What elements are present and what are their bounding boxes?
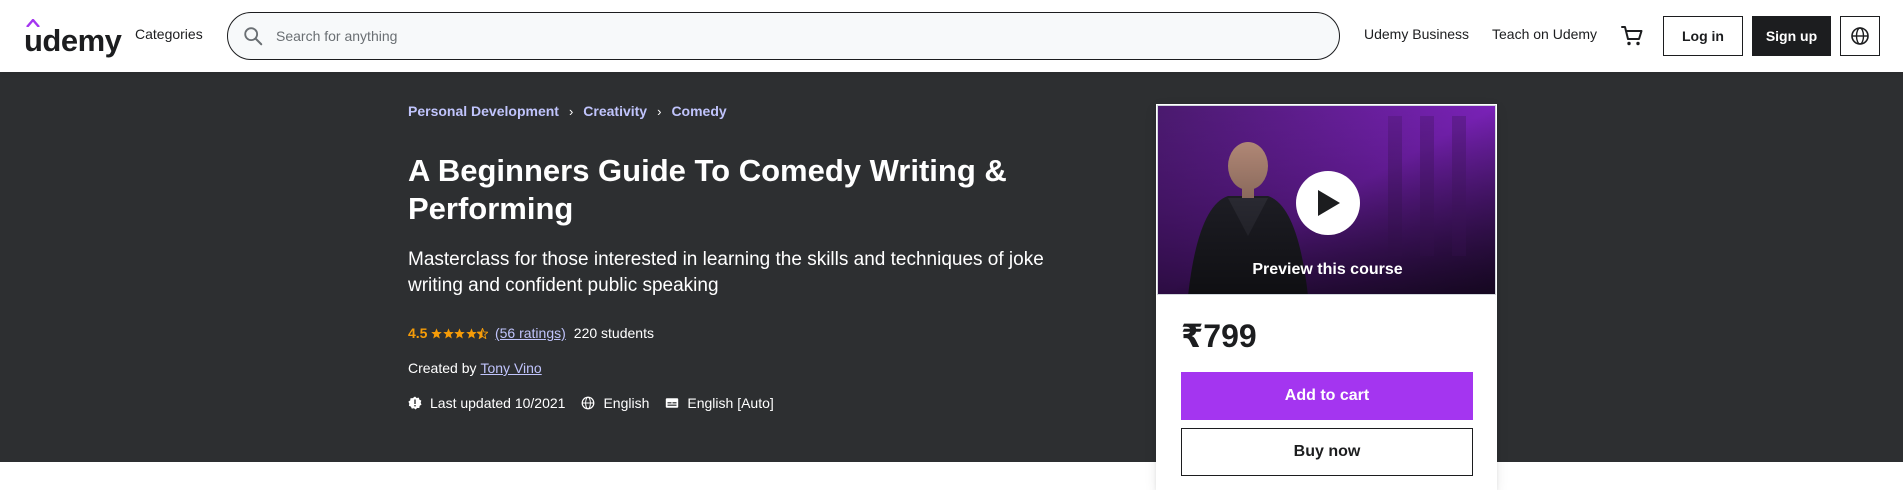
course-language: English [581,395,649,411]
language-text: English [603,395,650,411]
star-icon [466,327,477,339]
created-by-label: Created by [408,360,477,376]
breadcrumb: Personal Development › Creativity › Come… [408,103,727,119]
logo-text: udemy [24,23,122,58]
udemy-logo[interactable]: udemy [24,16,122,58]
teach-on-udemy-link[interactable]: Teach on Udemy [1492,26,1597,42]
breadcrumb-comedy[interactable]: Comedy [671,103,726,119]
alert-icon [408,396,422,410]
globe-icon [1851,27,1869,45]
signup-button[interactable]: Sign up [1752,16,1831,56]
last-updated-text: Last updated 10/2021 [430,395,566,411]
rating-value: 4.5 [408,325,428,341]
author-link[interactable]: Tony Vino [480,360,541,376]
cart-icon[interactable] [1620,24,1644,48]
categories-menu[interactable]: Categories [135,26,203,42]
star-rating [431,327,489,339]
price: ₹799 [1181,318,1257,354]
course-meta: Last updated 10/2021 English English [Au… [408,395,790,411]
star-icon [431,327,443,339]
language-button[interactable] [1840,16,1880,56]
course-captions: English [Auto] [665,395,774,411]
search-icon[interactable] [242,25,264,47]
created-by: Created by Tony Vino [408,360,542,376]
half-star-icon [477,327,489,339]
add-to-cart-button[interactable]: Add to cart [1181,372,1473,420]
course-subtitle: Masterclass for those interested in lear… [408,249,1044,296]
star-icon [443,327,454,339]
play-button[interactable] [1296,171,1360,235]
play-icon [1318,190,1340,216]
logo-hat-icon [26,19,40,27]
preview-label: Preview this course [1252,261,1403,278]
search-input[interactable] [276,28,1276,44]
last-updated: Last updated 10/2021 [408,395,565,411]
ratings-count-link[interactable]: (56 ratings) [495,325,566,341]
login-button[interactable]: Log in [1663,16,1743,56]
breadcrumb-creativity[interactable]: Creativity [583,103,647,119]
udemy-business-link[interactable]: Udemy Business [1364,26,1469,42]
top-navbar: udemy Categories Udemy Business Teach on… [0,0,1903,72]
language-icon [582,396,595,410]
chevron-right-icon: › [568,103,574,119]
students-count: 220 students [573,325,654,341]
captions-icon [666,398,679,408]
star-icon [454,327,466,339]
course-preview[interactable]: Preview this course [1157,105,1496,295]
purchase-card: Preview this course ₹799 Add to cart Buy… [1156,104,1497,490]
buy-now-button[interactable]: Buy now [1181,428,1473,476]
course-title: A Beginners Guide To Comedy Writing & Pe… [408,153,1007,226]
breadcrumb-personal-development[interactable]: Personal Development [408,103,559,119]
rating-row: 4.5 (56 ratings) 220 students [408,325,654,341]
chevron-right-icon: › [657,103,662,119]
captions-text: English [Auto] [687,395,774,411]
search-bar[interactable] [227,12,1340,60]
